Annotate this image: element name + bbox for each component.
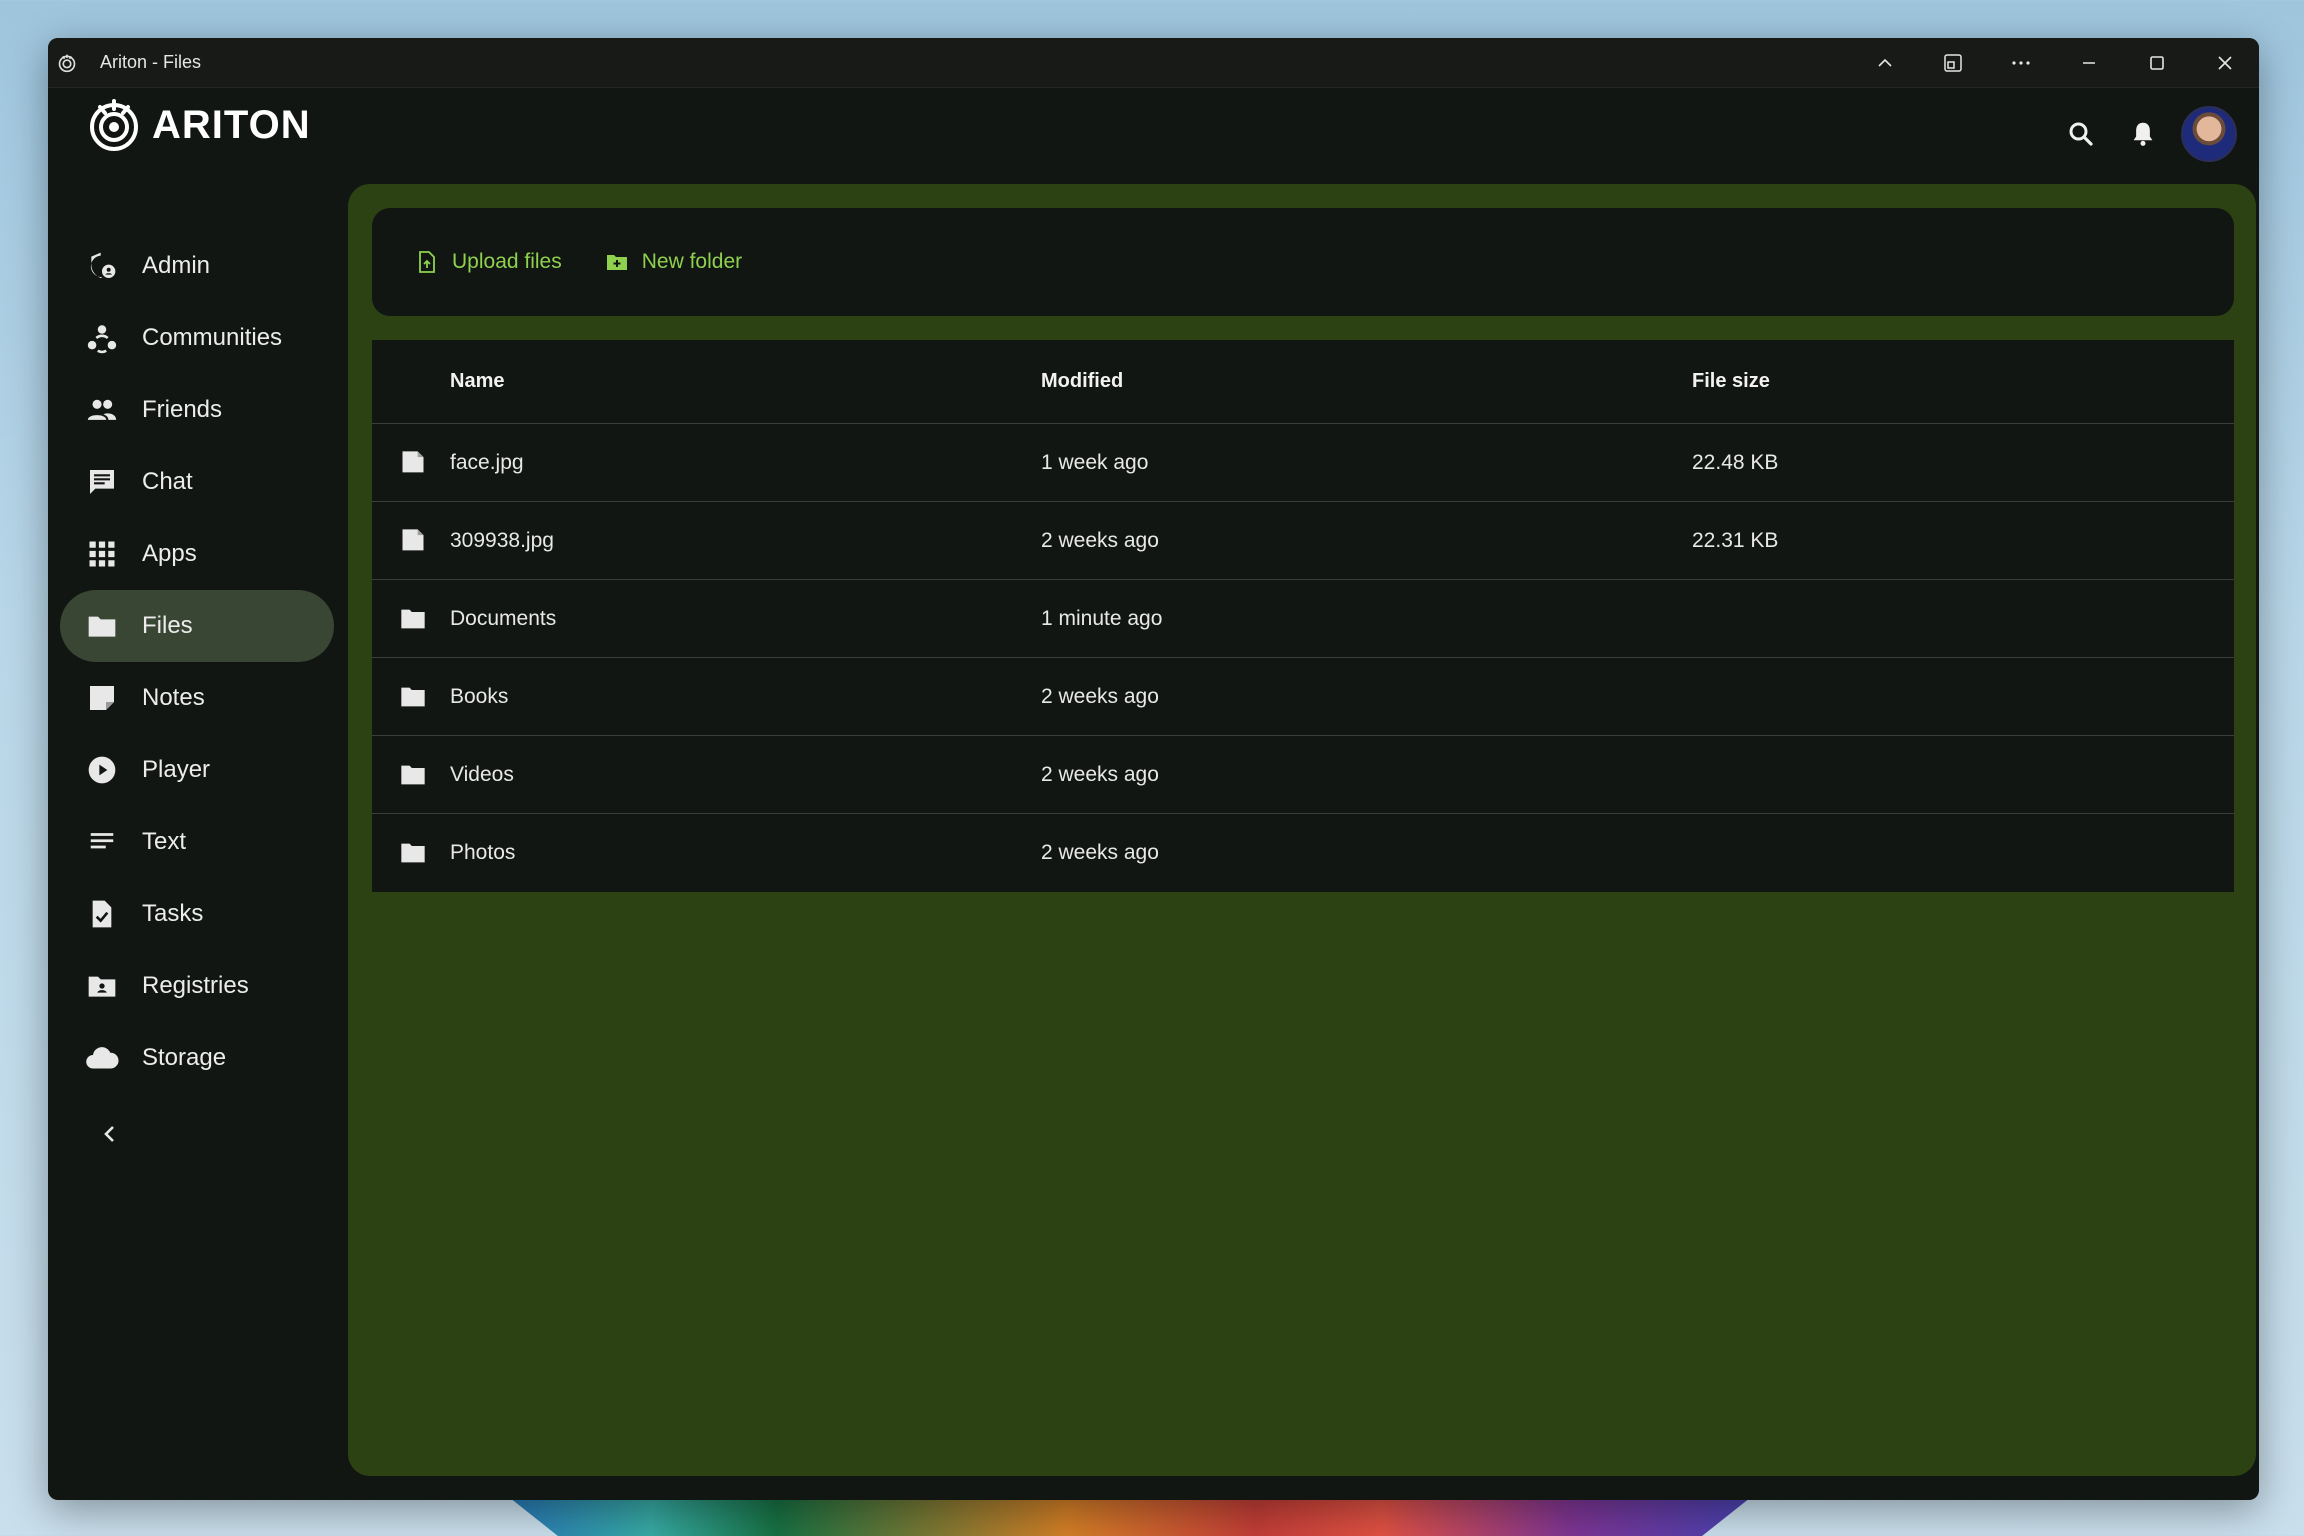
brand-name: ARITON — [152, 102, 311, 147]
file-name: Documents — [450, 606, 557, 630]
sidebar-item-label: Registries — [142, 972, 249, 999]
sidebar-item-label: Apps — [142, 540, 197, 567]
sidebar-item-label: Friends — [142, 396, 223, 423]
file-modified: 2 weeks ago — [1041, 528, 1159, 552]
file-size: 22.31 KB — [1692, 528, 1779, 552]
title-bar: Ariton - Files — [48, 38, 2259, 88]
sidebar-item-label: Storage — [142, 1044, 227, 1071]
ariton-logo-icon — [90, 99, 138, 151]
more-options-icon[interactable] — [1987, 38, 2055, 88]
close-icon[interactable] — [2191, 38, 2259, 88]
avatar[interactable] — [2181, 106, 2237, 162]
file-modified: 1 week ago — [1041, 450, 1149, 474]
communities-icon — [82, 318, 122, 358]
table-row[interactable]: 309938.jpg 2 weeks ago 22.31 KB — [372, 502, 2234, 580]
brand-logo[interactable]: ARITON — [86, 97, 311, 153]
app-window: Ariton - Files ARITON Admin Communities … — [48, 38, 2259, 1500]
sidebar-item-label: Notes — [142, 684, 205, 711]
sidebar-item-friends[interactable]: Friends — [60, 374, 334, 446]
folder-icon — [398, 760, 428, 790]
apps-grid-icon — [82, 534, 122, 574]
file-icon — [398, 526, 428, 556]
files-panel: Upload files New folder Name Modified Fi… — [348, 184, 2256, 1476]
people-icon — [82, 390, 122, 430]
file-icon — [398, 448, 428, 478]
note-icon — [82, 678, 122, 718]
chevron-left-icon[interactable] — [90, 1114, 130, 1154]
file-modified: 2 weeks ago — [1041, 762, 1159, 786]
file-name: face.jpg — [450, 450, 524, 474]
column-header-modified[interactable]: Modified — [1041, 370, 1123, 393]
sidebar-item-label: Tasks — [142, 900, 204, 927]
file-size: 22.48 KB — [1692, 450, 1779, 474]
chat-icon — [82, 462, 122, 502]
column-header-file-size[interactable]: File size — [1692, 370, 1770, 393]
sidebar-item-chat[interactable]: Chat — [60, 446, 334, 518]
play-icon — [82, 750, 122, 790]
text-lines-icon — [82, 822, 122, 862]
sidebar-item-tasks[interactable]: Tasks — [60, 878, 334, 950]
minimize-icon[interactable] — [2055, 38, 2123, 88]
bell-icon[interactable] — [2123, 114, 2163, 154]
files-toolbar: Upload files New folder — [372, 208, 2234, 316]
sidebar-item-communities[interactable]: Communities — [60, 302, 334, 374]
folder-icon — [398, 838, 428, 868]
table-row[interactable]: face.jpg 1 week ago 22.48 KB — [372, 424, 2234, 502]
maximize-icon[interactable] — [2123, 38, 2191, 88]
sidebar-item-label: Admin — [142, 252, 211, 279]
admin-shield-icon — [82, 246, 122, 286]
app-logo-icon — [56, 52, 78, 74]
sidebar-item-notes[interactable]: Notes — [60, 662, 334, 734]
table-row[interactable]: Books 2 weeks ago — [372, 658, 2234, 736]
sidebar-item-label: Text — [142, 828, 187, 855]
table-row[interactable]: Videos 2 weeks ago — [372, 736, 2234, 814]
file-modified: 1 minute ago — [1041, 606, 1163, 630]
files-table: Name Modified File size face.jpg 1 week … — [372, 340, 2234, 892]
task-check-icon — [82, 894, 122, 934]
cast-icon[interactable] — [1919, 38, 1987, 88]
folder-icon — [398, 604, 428, 634]
chevron-up-icon[interactable] — [1851, 38, 1919, 88]
sidebar-item-label: Player — [142, 756, 211, 783]
new-folder-icon — [604, 249, 630, 275]
cloud-icon — [82, 1038, 122, 1078]
folder-icon — [82, 606, 122, 646]
file-name: Books — [450, 684, 509, 708]
sidebar-item-label: Files — [142, 612, 193, 639]
folder-icon — [398, 682, 428, 712]
file-name: Photos — [450, 841, 516, 864]
new-folder-button[interactable]: New folder — [604, 249, 742, 275]
upload-files-button[interactable]: Upload files — [414, 249, 562, 275]
sidebar-item-apps[interactable]: Apps — [60, 518, 334, 590]
table-header: Name Modified File size — [372, 340, 2234, 424]
sidebar-item-label: Communities — [142, 324, 283, 351]
sidebar-item-registries[interactable]: Registries — [60, 950, 334, 1022]
sidebar-item-label: Chat — [142, 468, 193, 495]
registry-folder-icon — [82, 966, 122, 1006]
file-name: 309938.jpg — [450, 528, 554, 552]
sidebar-item-files[interactable]: Files — [60, 590, 334, 662]
file-name: Videos — [450, 762, 514, 786]
table-row[interactable]: Documents 1 minute ago — [372, 580, 2234, 658]
column-header-name[interactable]: Name — [450, 370, 504, 393]
sidebar-item-storage[interactable]: Storage — [60, 1022, 334, 1094]
file-modified: 2 weeks ago — [1041, 841, 1159, 864]
new-folder-label: New folder — [641, 250, 743, 273]
window-title: Ariton - Files — [100, 52, 202, 72]
file-modified: 2 weeks ago — [1041, 684, 1159, 708]
sidebar-item-admin[interactable]: Admin — [60, 230, 334, 302]
upload-files-label: Upload files — [452, 250, 562, 273]
table-row[interactable]: Photos 2 weeks ago — [372, 814, 2234, 892]
upload-file-icon — [414, 249, 440, 275]
sidebar-item-player[interactable]: Player — [60, 734, 334, 806]
sidebar-item-text[interactable]: Text — [60, 806, 334, 878]
search-icon[interactable] — [2061, 114, 2101, 154]
